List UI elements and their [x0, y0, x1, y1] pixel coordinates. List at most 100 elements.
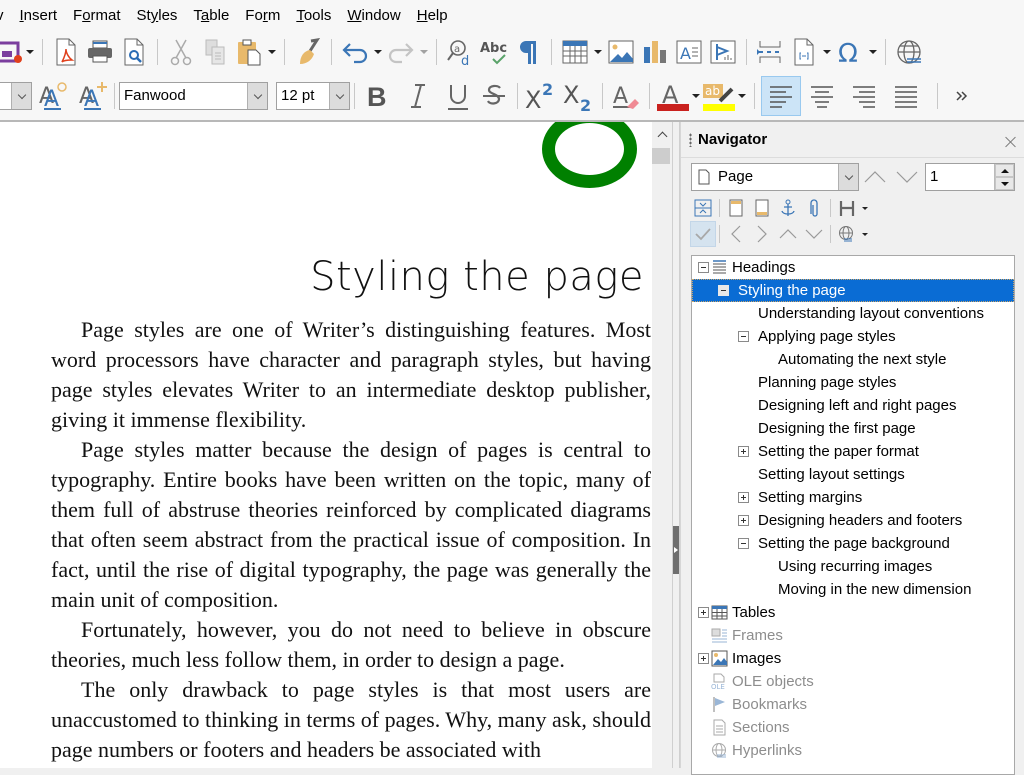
chevron-down-icon[interactable] — [329, 83, 349, 109]
paste-dropdown[interactable] — [266, 35, 278, 69]
export-pdf-icon[interactable] — [49, 35, 83, 69]
highlight-color-icon[interactable]: ab — [702, 79, 736, 113]
strikethrough-icon[interactable] — [477, 79, 511, 113]
demote-level-icon[interactable] — [749, 221, 775, 247]
align-left-icon[interactable] — [761, 76, 801, 116]
reminder-icon[interactable] — [801, 195, 827, 221]
undo-dropdown[interactable] — [372, 35, 384, 69]
chevron-down-icon[interactable] — [838, 164, 858, 190]
tree-category[interactable]: Headings — [692, 256, 1014, 279]
paragraph-style-combo[interactable] — [0, 82, 32, 110]
cut-icon[interactable] — [164, 35, 198, 69]
menu-help[interactable]: Help — [409, 0, 456, 32]
menu-insert[interactable]: Insert — [12, 0, 66, 32]
font-name-value[interactable]: Fanwood — [120, 83, 247, 109]
redo-dropdown[interactable] — [418, 35, 430, 69]
tree-category[interactable]: OLE OLE objects — [692, 670, 1014, 693]
font-size-value[interactable]: 12 pt — [277, 83, 329, 109]
tree-category[interactable]: Hyperlinks — [692, 739, 1014, 762]
redo-icon[interactable] — [384, 35, 418, 69]
menu-v[interactable]: v — [0, 0, 12, 32]
undo-icon[interactable] — [338, 35, 372, 69]
clear-formatting-icon[interactable]: A — [609, 79, 643, 113]
page-number-spinner[interactable]: 1 — [925, 163, 1015, 191]
expand-icon[interactable] — [738, 492, 749, 503]
page-break-icon[interactable] — [753, 35, 787, 69]
header-icon[interactable] — [723, 195, 749, 221]
anchor-icon[interactable] — [775, 195, 801, 221]
insert-field-icon[interactable] — [787, 35, 821, 69]
spin-up-icon[interactable] — [995, 164, 1014, 177]
paragraph-style-value[interactable] — [0, 83, 11, 109]
insert-chart-icon[interactable] — [638, 35, 672, 69]
page-number-input[interactable]: 1 — [926, 164, 994, 190]
close-icon[interactable] — [1005, 136, 1017, 148]
promote-level-icon[interactable] — [723, 221, 749, 247]
find-replace-icon[interactable]: ad — [443, 35, 477, 69]
special-character-icon[interactable]: Ω — [833, 35, 867, 69]
font-name-combo[interactable]: Fanwood — [119, 82, 268, 110]
previous-page-button[interactable] — [859, 163, 891, 191]
tree-item[interactable]: Designing headers and footers — [692, 509, 1014, 532]
navigate-by-select[interactable]: Page — [691, 163, 859, 191]
collapse-icon[interactable] — [738, 331, 749, 342]
menu-tools[interactable]: Tools — [288, 0, 339, 32]
expand-icon[interactable] — [698, 607, 709, 618]
menu-styles[interactable]: Styles — [129, 0, 186, 32]
collapse-icon[interactable] — [718, 285, 729, 296]
tree-category[interactable]: Images — [692, 647, 1014, 670]
special-character-dropdown[interactable] — [867, 35, 879, 69]
next-page-button[interactable] — [891, 163, 923, 191]
copy-icon[interactable] — [198, 35, 232, 69]
hyperlink-icon[interactable] — [892, 35, 926, 69]
subscript-icon[interactable]: X2 — [562, 79, 596, 113]
font-size-combo[interactable]: 12 pt — [276, 82, 350, 110]
formatting-marks-icon[interactable] — [511, 35, 545, 69]
drag-grip-icon[interactable] — [689, 132, 692, 147]
align-right-icon[interactable] — [843, 79, 885, 113]
content-navigation-view-icon[interactable] — [690, 221, 716, 247]
align-center-icon[interactable] — [801, 79, 843, 113]
bold-icon[interactable]: B — [361, 79, 395, 113]
tree-category[interactable]: Sections — [692, 716, 1014, 739]
scroll-up-icon[interactable] — [652, 124, 672, 144]
content-tree[interactable]: Headings Styling the page Understanding la… — [691, 255, 1015, 775]
print-icon[interactable] — [83, 35, 117, 69]
update-style-icon[interactable]: AA — [36, 79, 70, 113]
toggle-master-view-icon[interactable] — [690, 195, 716, 221]
font-color-icon[interactable]: A — [656, 79, 690, 113]
tree-item[interactable]: Setting the paper format — [692, 440, 1014, 463]
menu-form[interactable]: Form — [237, 0, 288, 32]
document-scrollbar[interactable] — [652, 122, 672, 768]
tree-item[interactable]: Setting layout settings — [692, 463, 1014, 486]
paste-icon[interactable] — [232, 35, 266, 69]
menu-window[interactable]: Window — [339, 0, 408, 32]
drag-mode-dropdown[interactable] — [860, 221, 870, 247]
tree-item[interactable]: Setting the page background — [692, 532, 1014, 555]
tree-item[interactable]: Understanding layout conventions — [692, 302, 1014, 325]
superscript-icon[interactable]: X2 — [524, 79, 558, 113]
spelling-icon[interactable]: Abc — [477, 35, 511, 69]
tree-category[interactable]: Bookmarks — [692, 693, 1014, 716]
heading-levels-dropdown[interactable] — [860, 195, 870, 221]
justify-icon[interactable] — [885, 79, 927, 113]
menu-table[interactable]: Table — [185, 0, 237, 32]
expand-icon[interactable] — [738, 446, 749, 457]
tree-category[interactable]: Frames — [692, 624, 1014, 647]
tree-item[interactable]: Applying page styles — [692, 325, 1014, 348]
highlight-color-dropdown[interactable] — [736, 79, 748, 113]
heading-levels-icon[interactable] — [834, 195, 860, 221]
insert-field-dropdown[interactable] — [821, 35, 833, 69]
document-body[interactable]: Page styles are one of Writer’s distingu… — [51, 315, 651, 765]
tree-item[interactable]: Moving in the new dimension — [692, 578, 1014, 601]
scrollbar-thumb[interactable] — [652, 148, 670, 164]
print-preview-icon[interactable] — [117, 35, 151, 69]
drag-mode-icon[interactable] — [834, 221, 860, 247]
italic-icon[interactable] — [401, 79, 435, 113]
ring-shape[interactable] — [542, 122, 637, 188]
tree-item[interactable]: Designing left and right pages — [692, 394, 1014, 417]
sidebar-splitter[interactable] — [672, 122, 680, 768]
promote-chapter-icon[interactable] — [775, 221, 801, 247]
tree-item[interactable]: Designing the first page — [692, 417, 1014, 440]
font-color-dropdown[interactable] — [690, 79, 702, 113]
